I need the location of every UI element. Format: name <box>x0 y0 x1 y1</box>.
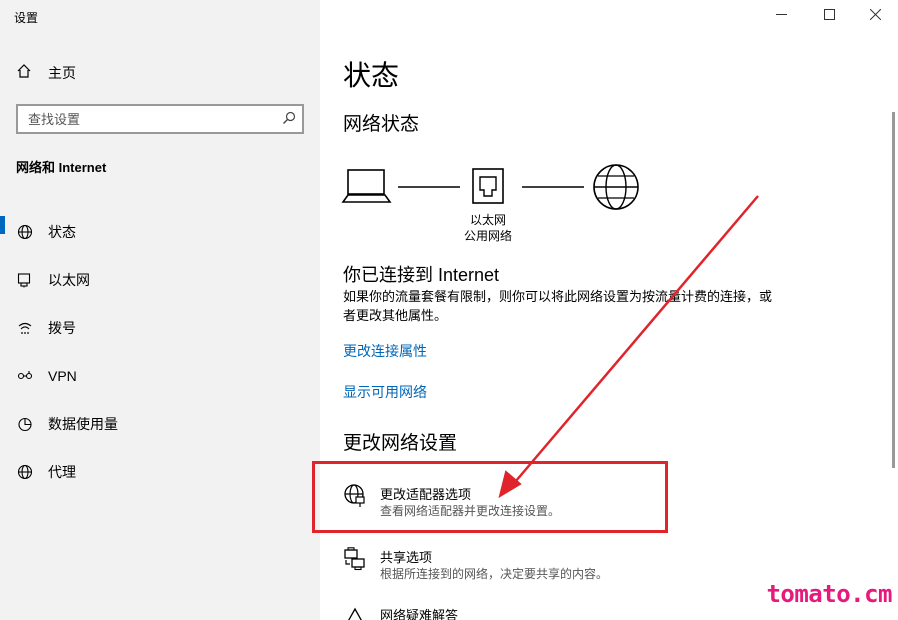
network-status-heading: 网络状态 <box>343 114 420 135</box>
sidebar-item-label: 代理 <box>48 464 76 480</box>
search-box[interactable] <box>16 104 304 134</box>
sidebar-nav: 状态 以太网 拨号 VPN 数据使用量 代理 <box>0 208 320 496</box>
sidebar-home-label: 主页 <box>48 65 76 81</box>
sidebar-item-label: 数据使用量 <box>48 416 118 432</box>
window-title: 设置 <box>14 11 39 25</box>
proxy-icon <box>16 463 34 481</box>
scrollbar[interactable] <box>892 112 895 468</box>
change-connection-properties-link[interactable]: 更改连接属性 <box>343 341 427 361</box>
data-usage-icon <box>16 415 34 433</box>
sidebar-item-dialup[interactable]: 拨号 <box>0 304 320 352</box>
laptop-icon <box>341 169 392 203</box>
sharing-icon <box>343 547 367 571</box>
sidebar-item-label: 以太网 <box>48 272 90 288</box>
home-icon <box>16 63 32 84</box>
close-button[interactable] <box>852 0 898 32</box>
sidebar-item-status[interactable]: 状态 <box>0 208 320 256</box>
adapter-name: 以太网 <box>469 213 506 227</box>
troubleshoot-icon <box>343 605 367 620</box>
vpn-icon <box>16 367 34 385</box>
status-icon <box>16 223 34 241</box>
ethernet-port-icon <box>472 168 504 204</box>
setting-title: 网络疑难解答 <box>380 608 459 620</box>
network-type: 公用网络 <box>463 229 512 243</box>
show-available-networks-link[interactable]: 显示可用网络 <box>343 382 427 402</box>
sidebar-item-vpn[interactable]: VPN <box>0 352 320 400</box>
sidebar-item-proxy[interactable]: 代理 <box>0 448 320 496</box>
change-network-settings-heading: 更改网络设置 <box>343 433 458 454</box>
connected-title: 你已连接到 Internet <box>343 265 500 285</box>
sidebar-item-label: 状态 <box>48 224 76 240</box>
minimize-icon <box>775 7 787 25</box>
setting-subtitle: 根据所连接到的网络，决定要共享的内容。 <box>380 567 609 581</box>
sidebar-section-title: 网络和 Internet <box>16 160 107 175</box>
search-icon[interactable] <box>282 111 296 130</box>
page-title: 状态 <box>343 60 400 91</box>
search-input[interactable] <box>28 109 268 129</box>
ethernet-icon <box>16 271 34 289</box>
sidebar-item-ethernet[interactable]: 以太网 <box>0 256 320 304</box>
sidebar-item-label: VPN <box>48 368 77 384</box>
setting-network-troubleshooter[interactable]: 网络疑难解答 <box>343 603 663 620</box>
maximize-icon <box>823 7 835 25</box>
close-icon <box>869 7 881 25</box>
sidebar-home[interactable]: 主页 <box>16 62 76 84</box>
internet-globe-icon <box>593 164 639 210</box>
network-diagram: 以太网 公用网络 <box>340 160 650 250</box>
sidebar-item-data-usage[interactable]: 数据使用量 <box>0 400 320 448</box>
sidebar: 设置 主页 网络和 Internet 状态 以太网 <box>0 0 320 620</box>
annotation-highlight-box <box>312 461 668 533</box>
minimize-button[interactable] <box>758 0 804 32</box>
dialup-icon <box>16 319 34 337</box>
watermark: tomato.cm <box>766 580 892 608</box>
setting-title: 共享选项 <box>380 550 433 565</box>
sidebar-item-label: 拨号 <box>48 320 76 336</box>
maximize-button[interactable] <box>806 0 852 32</box>
network-diagram-graphic <box>341 164 639 210</box>
connected-description: 如果你的流量套餐有限制，则你可以将此网络设置为按流量计费的连接，或者更改其他属性… <box>343 289 773 323</box>
setting-sharing-options[interactable]: 共享选项 根据所连接到的网络，决定要共享的内容。 <box>343 545 663 595</box>
